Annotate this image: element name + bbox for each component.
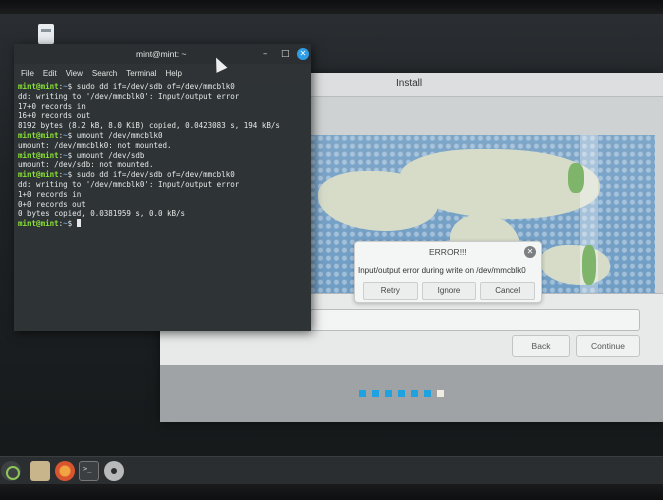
terminal-line-text: $ (67, 219, 77, 229)
usb-drive-icon[interactable] (38, 24, 54, 44)
close-icon[interactable]: ✕ (297, 48, 309, 60)
close-icon[interactable]: ✕ (524, 246, 536, 258)
terminal-line: dd: writing to '/dev/mmcblk0': Input/out… (18, 180, 310, 190)
disc-icon[interactable] (104, 461, 124, 481)
terminal-line: umount: /dev/mmcblk0: not mounted. (18, 141, 310, 151)
error-title: ERROR!!! (429, 247, 467, 257)
continue-button[interactable]: Continue (576, 335, 640, 357)
cancel-button[interactable]: Cancel (480, 282, 536, 300)
terminal-line-text: umount: /dev/sdb: not mounted. (18, 160, 154, 170)
taskbar (0, 456, 663, 484)
menu-help[interactable]: Help (165, 69, 181, 78)
terminal-prompt-user: mint@mint (18, 82, 59, 91)
terminal-line-text: 1+0 records in (18, 189, 82, 199)
terminal-line: 16+0 records out (18, 111, 310, 121)
screen-bezel-bottom (0, 484, 663, 500)
terminal-line: mint@mint:~$ umount /dev/sdb (18, 150, 145, 160)
progress-dot (385, 390, 392, 397)
terminal-titlebar[interactable]: mint@mint: ~ – □ ✕ (14, 44, 311, 64)
terminal-line: mint@mint:~$ (18, 219, 310, 229)
error-dialog: ERROR!!! ✕ Input/output error during wri… (354, 241, 542, 303)
terminal-prompt-user: mint@mint (18, 170, 59, 180)
menu-file[interactable]: File (21, 69, 34, 78)
terminal-icon[interactable] (79, 461, 99, 481)
terminal-line: mint@mint:~$ umount /dev/mmcblk0 (18, 130, 163, 140)
map-highlight (568, 163, 584, 193)
terminal-line-text: $ sudo dd if=/dev/sdb of=/dev/mmcblk0 (67, 82, 235, 91)
terminal-line-text: $ umount /dev/mmcblk0 (67, 130, 163, 140)
terminal-line: 8192 bytes (8.2 kB, 8.0 KiB) copied, 0.0… (18, 121, 310, 131)
terminal-line-text: dd: writing to '/dev/mmcblk0': Input/out… (18, 91, 240, 101)
timezone-field[interactable] (310, 309, 640, 331)
terminal-line-text: $ sudo dd if=/dev/sdb of=/dev/mmcblk0 (67, 170, 235, 180)
progress-dot (372, 390, 379, 397)
terminal-line: mint@mint:~$ sudo dd if=/dev/sdb of=/dev… (18, 82, 235, 91)
maximize-icon[interactable]: □ (281, 48, 290, 60)
installer-title: Install (396, 78, 423, 89)
mint-menu-icon[interactable] (1, 461, 21, 481)
progress-dot (359, 390, 366, 397)
terminal-line: dd: writing to '/dev/mmcblk0': Input/out… (18, 92, 310, 102)
terminal-line-text: 16+0 records out (18, 111, 91, 121)
progress-dot (398, 390, 405, 397)
files-icon[interactable] (30, 461, 50, 481)
terminal-line: umount: /dev/sdb: not mounted. (18, 160, 310, 170)
minimize-icon[interactable]: – (263, 48, 268, 60)
terminal-line-text: 8192 bytes (8.2 kB, 8.0 KiB) copied, 0.0… (18, 121, 280, 131)
terminal-window: mint@mint: ~ – □ ✕ File Edit View Search… (14, 44, 311, 331)
terminal-line-text: 0 bytes copied, 0.0381959 s, 0.0 kB/s (18, 209, 186, 219)
terminal-line-text: umount: /dev/mmcblk0: not mounted. (18, 140, 172, 150)
terminal-prompt-user: mint@mint (18, 219, 59, 229)
terminal-cursor (76, 219, 81, 228)
screen-bezel-top (0, 0, 663, 14)
error-message: Input/output error during write on /dev/… (358, 266, 526, 275)
firefox-icon[interactable] (55, 461, 75, 481)
menu-terminal[interactable]: Terminal (126, 69, 156, 78)
menu-search[interactable]: Search (92, 69, 117, 78)
progress-dot (424, 390, 431, 397)
terminal-title: mint@mint: ~ (136, 49, 187, 59)
terminal-line: mint@mint:~$ sudo dd if=/dev/sdb of=/dev… (18, 170, 235, 180)
retry-button[interactable]: Retry (363, 282, 418, 300)
terminal-menubar: File Edit View Search Terminal Help (14, 64, 311, 82)
progress-dot (411, 390, 418, 397)
terminal-output[interactable]: mint@mint:~$ sudo dd if=/dev/sdb of=/dev… (18, 82, 310, 328)
progress-dots (359, 390, 444, 397)
map-highlight (582, 245, 596, 285)
terminal-line: 0+0 records out (18, 200, 310, 210)
terminal-line-text: $ umount /dev/sdb (67, 150, 145, 160)
back-button[interactable]: Back (512, 335, 570, 357)
terminal-prompt-user: mint@mint (18, 150, 59, 160)
terminal-line-text: dd: writing to '/dev/mmcblk0': Input/out… (18, 179, 240, 189)
terminal-line: 1+0 records in (18, 190, 310, 200)
ignore-button[interactable]: Ignore (421, 282, 477, 300)
menu-edit[interactable]: Edit (43, 69, 57, 78)
terminal-line: 17+0 records in (18, 102, 310, 112)
menu-view[interactable]: View (66, 69, 83, 78)
map-land (540, 245, 610, 285)
terminal-line: 0 bytes copied, 0.0381959 s, 0.0 kB/s (18, 209, 310, 219)
terminal-prompt-user: mint@mint (18, 130, 59, 140)
progress-dot (437, 390, 444, 397)
terminal-line-text: 17+0 records in (18, 101, 86, 111)
terminal-line-text: 0+0 records out (18, 199, 86, 209)
